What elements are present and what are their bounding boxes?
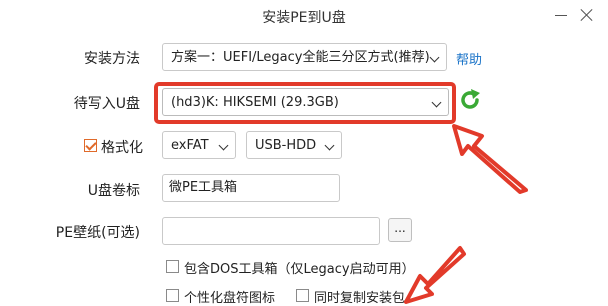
copy-installer-checkbox[interactable] bbox=[296, 289, 309, 302]
target-drive-label: 待写入U盘 bbox=[73, 96, 140, 112]
volume-label-label: U盘卷标 bbox=[87, 183, 140, 199]
browse-button[interactable]: ... bbox=[388, 218, 412, 242]
include-dos-checkbox[interactable] bbox=[166, 260, 179, 273]
chevron-down-icon bbox=[429, 52, 440, 63]
title-bar: 安装PE到U盘 bbox=[0, 0, 608, 32]
red-highlight-box bbox=[154, 82, 456, 124]
custom-icon-label: 个性化盘符图标 bbox=[184, 291, 276, 306]
filesystem-value: exFAT bbox=[171, 138, 209, 153]
boot-mode-value: USB-HDD bbox=[255, 138, 317, 153]
install-method-value: 方案一：UEFI/Legacy全能三分区方式(推荐) bbox=[171, 50, 430, 65]
format-checkbox[interactable] bbox=[84, 139, 97, 152]
refresh-icon[interactable] bbox=[458, 88, 482, 112]
boot-mode-select[interactable]: USB-HDD bbox=[246, 131, 342, 159]
install-method-select[interactable]: 方案一：UEFI/Legacy全能三分区方式(推荐) bbox=[162, 43, 447, 71]
chevron-down-icon bbox=[324, 140, 335, 151]
chevron-down-icon bbox=[218, 140, 229, 151]
include-dos-label: 包含DOS工具箱（仅Legacy启动可用） bbox=[184, 262, 415, 277]
volume-label-input[interactable]: 微PE工具箱 bbox=[162, 174, 340, 202]
wallpaper-label: PE壁纸(可选) bbox=[55, 225, 140, 241]
install-method-label: 安装方法 bbox=[84, 51, 140, 67]
minimize-icon[interactable] bbox=[550, 4, 572, 26]
format-label: 格式化 bbox=[101, 140, 143, 156]
wallpaper-input[interactable] bbox=[162, 217, 380, 245]
help-link[interactable]: 帮助 bbox=[456, 49, 482, 68]
annotation-arrow-icon bbox=[452, 124, 528, 194]
filesystem-select[interactable]: exFAT bbox=[162, 131, 236, 159]
window-title: 安装PE到U盘 bbox=[262, 10, 346, 26]
copy-installer-label: 同时复制安装包 bbox=[314, 291, 406, 306]
custom-icon-checkbox[interactable] bbox=[166, 289, 179, 302]
close-icon[interactable] bbox=[576, 4, 598, 26]
